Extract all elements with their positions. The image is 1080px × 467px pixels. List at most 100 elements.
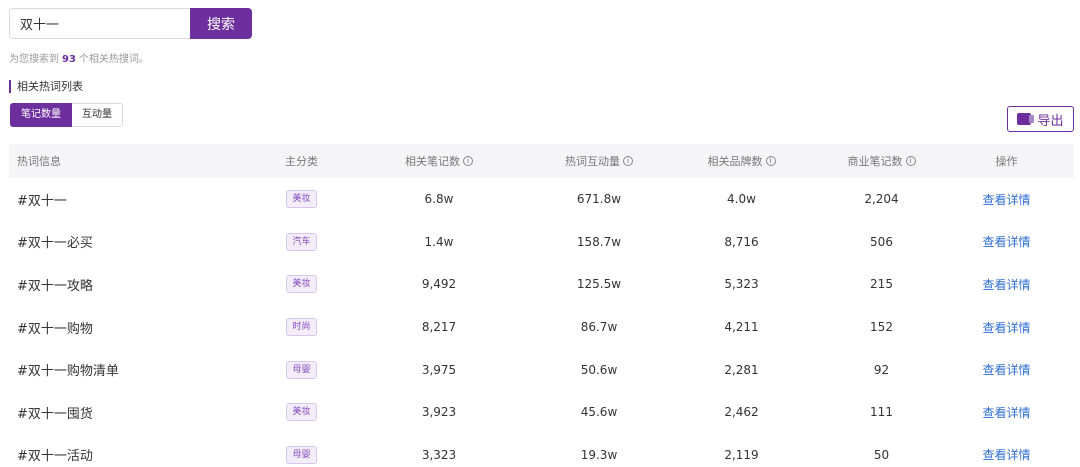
interactions-cell: 125.5w [576,277,622,292]
section-title: 相关热词列表 [9,80,83,93]
info-icon[interactable]: i [905,156,916,166]
action-cell: 查看详情 [939,361,1074,378]
header-action: 操作 [995,155,1018,168]
search-button[interactable]: 搜索 [190,8,252,39]
interactions-cell: 19.3w [580,447,618,462]
category-cell: 美妆 [264,403,339,422]
view-details-link[interactable]: 查看详情 [982,319,1030,336]
interactions-cell: 671.8w [576,192,622,207]
business-notes-cell: 2,204 [864,192,899,207]
notes-cell: 9,492 [421,277,457,292]
view-details-link[interactable]: 查看详情 [982,404,1030,421]
view-details-link[interactable]: 查看详情 [982,446,1030,463]
table-row: #双十一活动 母婴 3,323 19.3w 2,119 50 查看详情 [9,434,1074,467]
view-details-link[interactable]: 查看详情 [982,361,1030,378]
search-input[interactable] [9,8,190,39]
toggle-note-count[interactable]: 笔记数量 [10,103,72,127]
table-row: #双十一购物 时尚 8,217 86.7w 4,211 152 查看详情 [9,306,1074,349]
action-cell: 查看详情 [939,191,1074,208]
keyword-cell: #双十一活动 [17,449,93,465]
brands-cell: 4,211 [724,320,759,335]
action-cell: 查看详情 [939,319,1074,336]
export-button[interactable]: 导出 [1007,106,1074,132]
summary-suffix: 个相关热搜词。 [78,54,149,65]
metric-toggle-group: 笔记数量 互动量 [10,103,123,127]
business-notes-cell: 152 [870,320,893,335]
hot-keyword-table: 热词信息 主分类 相关笔记数 i 热词互动量 i 相关品牌数 i 商业笔记数 i 操作 … [9,144,1074,467]
keyword-cell: #双十一囤货 [17,406,93,422]
category-tag: 母婴 [286,445,317,464]
header-notes-label: 相关笔记数 [405,155,460,168]
header-business-notes-label: 商业笔记数 [847,155,903,168]
category-cell: 美妆 [264,190,339,209]
category-cell: 母婴 [264,445,339,464]
business-notes-cell: 215 [870,277,893,292]
info-icon[interactable]: i [765,156,776,166]
excel-icon [1017,113,1035,125]
keyword-cell: #双十一必买 [17,236,93,252]
category-tag: 美妆 [286,275,317,294]
interactions-cell: 45.6w [580,405,618,420]
keyword-cell: #双十一攻略 [17,278,93,294]
header-brands: 相关品牌数 i [659,153,824,169]
header-category: 主分类 [285,155,318,168]
view-details-link[interactable]: 查看详情 [982,276,1030,293]
result-summary: 为您搜索到 93 个相关热搜词。 [9,50,149,65]
category-tag: 时尚 [286,318,317,337]
info-icon[interactable]: i [623,156,633,166]
header-interactions: 热词互动量 i [539,153,659,169]
header-business-notes: 商业笔记数 i [824,153,939,169]
header-interactions-label: 热词互动量 [565,155,620,168]
action-cell: 查看详情 [939,404,1074,421]
view-details-link[interactable]: 查看详情 [982,233,1030,250]
business-notes-cell: 506 [870,234,893,249]
result-count: 93 [62,54,76,65]
notes-cell: 3,323 [421,447,457,462]
category-tag: 汽车 [286,232,317,251]
category-tag: 母婴 [286,360,317,379]
brands-cell: 2,462 [724,405,759,420]
export-label: 导出 [1037,113,1064,129]
header-keyword: 热词信息 [17,155,61,168]
table-header: 热词信息 主分类 相关笔记数 i 热词互动量 i 相关品牌数 i 商业笔记数 i 操作 [9,144,1074,178]
header-notes: 相关笔记数 i [339,153,539,169]
brands-cell: 5,323 [724,277,759,292]
category-tag: 美妆 [286,403,317,422]
brands-cell: 8,716 [724,234,759,249]
keyword-cell: #双十一购物清单 [17,364,119,380]
category-cell: 时尚 [264,318,339,337]
interactions-cell: 50.6w [580,362,618,377]
action-cell: 查看详情 [939,233,1074,250]
business-notes-cell: 50 [873,447,890,462]
action-cell: 查看详情 [939,446,1074,463]
notes-cell: 8,217 [421,320,457,335]
notes-cell: 6.8w [424,192,454,207]
notes-cell: 1.4w [424,234,454,249]
toggle-interaction[interactable]: 互动量 [72,103,123,127]
table-row: #双十一购物清单 母婴 3,975 50.6w 2,281 92 查看详情 [9,348,1074,391]
table-row: #双十一攻略 美妆 9,492 125.5w 5,323 215 查看详情 [9,263,1074,306]
search-bar: 搜索 [9,8,252,39]
business-notes-cell: 111 [870,405,893,420]
keyword-cell: #双十一 [17,193,67,209]
interactions-cell: 158.7w [576,234,622,249]
header-brands-label: 相关品牌数 [707,155,763,168]
table-row: #双十一囤货 美妆 3,923 45.6w 2,462 111 查看详情 [9,391,1074,434]
notes-cell: 3,923 [421,405,457,420]
brands-cell: 4.0w [727,192,756,207]
brands-cell: 2,281 [724,362,759,377]
view-details-link[interactable]: 查看详情 [982,191,1030,208]
business-notes-cell: 92 [873,362,890,377]
table-row: #双十一必买 汽车 1.4w 158.7w 8,716 506 查看详情 [9,221,1074,264]
category-cell: 美妆 [264,275,339,294]
brands-cell: 2,119 [724,447,759,462]
action-cell: 查看详情 [939,276,1074,293]
table-row: #双十一 美妆 6.8w 671.8w 4.0w 2,204 查看详情 [9,178,1074,221]
info-icon[interactable]: i [463,156,473,166]
category-cell: 汽车 [264,232,339,251]
category-cell: 母婴 [264,360,339,379]
notes-cell: 3,975 [421,362,457,377]
summary-prefix: 为您搜索到 [9,54,59,65]
interactions-cell: 86.7w [580,320,618,335]
category-tag: 美妆 [286,190,317,209]
